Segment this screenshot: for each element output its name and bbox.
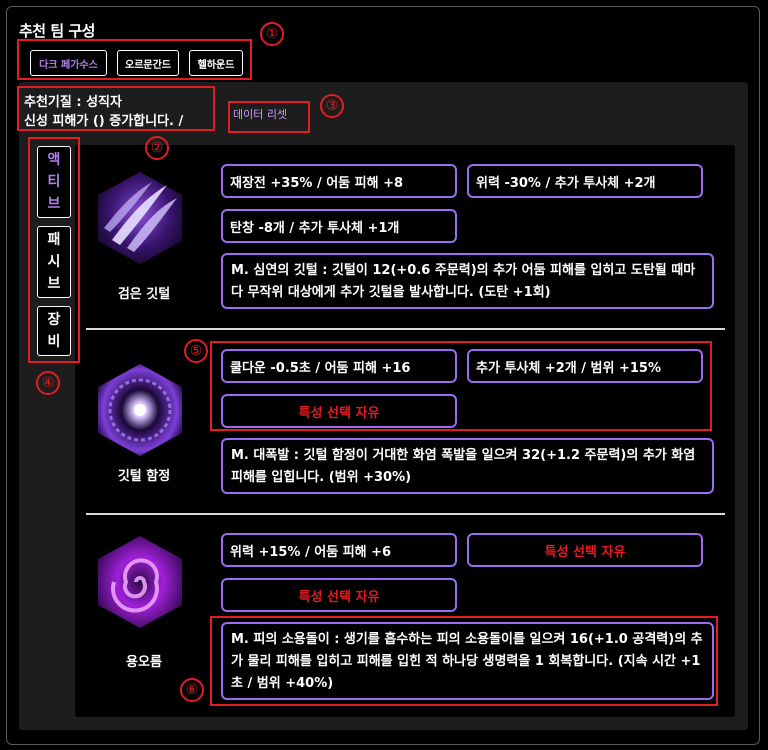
vortex-icon — [98, 536, 182, 628]
divider — [86, 328, 725, 330]
side-tab-active[interactable]: 액 티 브 — [37, 146, 71, 218]
marker-4: ④ — [36, 371, 60, 395]
skill-name: 깃털 함정 — [117, 469, 171, 484]
skill-option[interactable]: 위력 -30% / 추가 투사체 +2개 — [467, 164, 703, 198]
side-tab-passive-char-1: 패 — [47, 232, 61, 248]
tab-dark-pegasus[interactable]: 다크 페가수스 — [30, 50, 107, 76]
feather-trap-icon — [98, 364, 182, 456]
side-tab-active-char-2: 티 — [47, 174, 61, 190]
trait-description: 신성 피해가 () 증가합니다. / — [24, 114, 184, 129]
skill-option[interactable]: 재장전 +35% / 어둠 피해 +8 — [221, 164, 457, 198]
recommended-trait: 추천기질 : 성직자 — [24, 95, 122, 110]
marker-1: ① — [260, 22, 284, 46]
skill-option[interactable]: 쿨다운 -0.5초 / 어둠 피해 +16 — [221, 349, 457, 383]
data-reset-button[interactable]: 데이터 리셋 — [233, 106, 287, 122]
black-feather-icon — [98, 172, 182, 264]
side-tab-passive-char-3: 브 — [47, 276, 61, 292]
marker-3: ③ — [320, 94, 344, 118]
divider — [86, 513, 725, 515]
skill-name: 검은 깃털 — [117, 287, 171, 302]
side-tab-passive[interactable]: 패 시 브 — [37, 226, 71, 298]
skill-option[interactable]: 추가 투사체 +2개 / 범위 +15% — [467, 349, 703, 383]
tab-hellhound[interactable]: 헬하운드 — [189, 50, 243, 76]
side-tab-equipment[interactable]: 장 비 — [37, 306, 71, 356]
free-trait-option[interactable]: 특성 선택 자유 — [221, 394, 457, 428]
skill-name: 용오름 — [126, 655, 162, 670]
side-tab-active-char-3: 브 — [47, 196, 61, 212]
skill-description: M. 대폭발 : 깃털 함정이 거대한 화염 폭발을 일으켜 32(+1.2 주… — [221, 438, 714, 494]
marker-5: ⑤ — [184, 339, 208, 363]
marker-2: ② — [145, 136, 169, 160]
side-tab-equipment-char-2: 비 — [47, 334, 61, 350]
side-tab-passive-char-2: 시 — [47, 254, 61, 270]
skill-description: M. 피의 소용돌이 : 생기를 흡수하는 피의 소용돌이를 일으켜 16(+1… — [221, 622, 714, 700]
skill-option[interactable]: 위력 +15% / 어둠 피해 +6 — [221, 533, 457, 567]
side-tab-equipment-char-1: 장 — [47, 312, 61, 328]
free-trait-option[interactable]: 특성 선택 자유 — [221, 578, 457, 612]
skill-option[interactable]: 탄창 -8개 / 추가 투사체 +1개 — [221, 209, 457, 243]
skill-description: M. 심연의 깃털 : 깃털이 12(+0.6 주문력)의 추가 어둠 피해를 … — [221, 253, 714, 309]
side-tab-active-char-1: 액 — [47, 152, 61, 168]
tab-ormungand[interactable]: 오르문간드 — [117, 50, 179, 76]
marker-6: ⑥ — [180, 678, 204, 702]
free-trait-option[interactable]: 특성 선택 자유 — [467, 533, 703, 567]
page-title: 추천 팀 구성 — [19, 22, 95, 40]
